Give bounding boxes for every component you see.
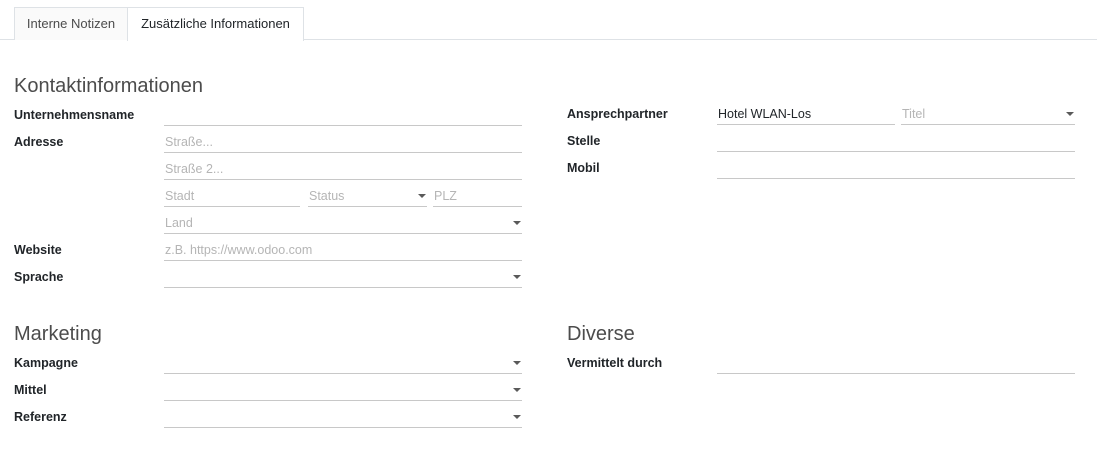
job-position-label: Stelle <box>567 134 601 148</box>
tab-additional-info[interactable]: Zusätzliche Informationen <box>127 7 304 41</box>
medium-label: Mittel <box>14 383 47 397</box>
contact-person-input[interactable] <box>718 105 876 123</box>
street2-input[interactable] <box>165 160 503 178</box>
street2-field[interactable] <box>164 158 522 180</box>
title-input[interactable] <box>902 105 1056 123</box>
company-name-field[interactable] <box>164 104 522 126</box>
city-input[interactable] <box>165 187 281 205</box>
zip-input[interactable] <box>434 187 503 205</box>
city-field[interactable] <box>164 185 300 207</box>
lead-form-notebook: Interne Notizen Zusätzliche Informatione… <box>0 0 1097 455</box>
language-label: Sprache <box>14 270 64 284</box>
mobile-label: Mobil <box>567 161 600 175</box>
chevron-down-icon[interactable] <box>513 388 521 392</box>
chevron-down-icon[interactable] <box>513 275 521 279</box>
language-select[interactable] <box>164 266 522 288</box>
chevron-down-icon[interactable] <box>513 361 521 365</box>
country-select[interactable] <box>164 212 522 234</box>
website-field[interactable] <box>164 239 522 261</box>
chevron-down-icon[interactable] <box>513 415 521 419</box>
website-input[interactable] <box>165 241 503 259</box>
street-field[interactable] <box>164 131 522 153</box>
referred-by-field[interactable] <box>717 352 1075 374</box>
source-label: Referenz <box>14 410 67 424</box>
marketing-heading: Marketing <box>14 323 102 345</box>
campaign-input[interactable] <box>165 354 503 372</box>
chevron-down-icon[interactable] <box>1066 112 1074 116</box>
website-label: Website <box>14 243 62 257</box>
state-select[interactable] <box>308 185 427 207</box>
contact-person-field[interactable] <box>717 103 895 125</box>
job-position-input[interactable] <box>718 132 1056 150</box>
misc-heading: Diverse <box>567 323 635 345</box>
campaign-select[interactable] <box>164 352 522 374</box>
language-input[interactable] <box>165 268 503 286</box>
country-input[interactable] <box>165 214 503 232</box>
medium-select[interactable] <box>164 379 522 401</box>
job-position-field[interactable] <box>717 130 1075 152</box>
chevron-down-icon[interactable] <box>513 221 521 225</box>
campaign-label: Kampagne <box>14 356 78 370</box>
company-name-label: Unternehmensname <box>14 108 135 122</box>
medium-input[interactable] <box>165 381 503 399</box>
contact-info-heading: Kontaktinformationen <box>14 75 204 97</box>
tab-internal-notes[interactable]: Interne Notizen <box>14 7 128 40</box>
zip-field[interactable] <box>433 185 522 207</box>
mobile-input[interactable] <box>718 159 1056 177</box>
source-input[interactable] <box>165 408 503 426</box>
company-name-input[interactable] <box>165 106 503 124</box>
tab-bar: Interne Notizen Zusätzliche Informatione… <box>0 0 1097 41</box>
address-label: Adresse <box>14 135 64 149</box>
source-select[interactable] <box>164 406 522 428</box>
referred-by-label: Vermittelt durch <box>567 356 663 370</box>
state-input[interactable] <box>309 187 408 205</box>
contact-person-label: Ansprechpartner <box>567 107 668 121</box>
referred-by-input[interactable] <box>718 354 1056 372</box>
street-input[interactable] <box>165 133 503 151</box>
mobile-field[interactable] <box>717 157 1075 179</box>
title-select[interactable] <box>901 103 1075 125</box>
chevron-down-icon[interactable] <box>418 194 426 198</box>
